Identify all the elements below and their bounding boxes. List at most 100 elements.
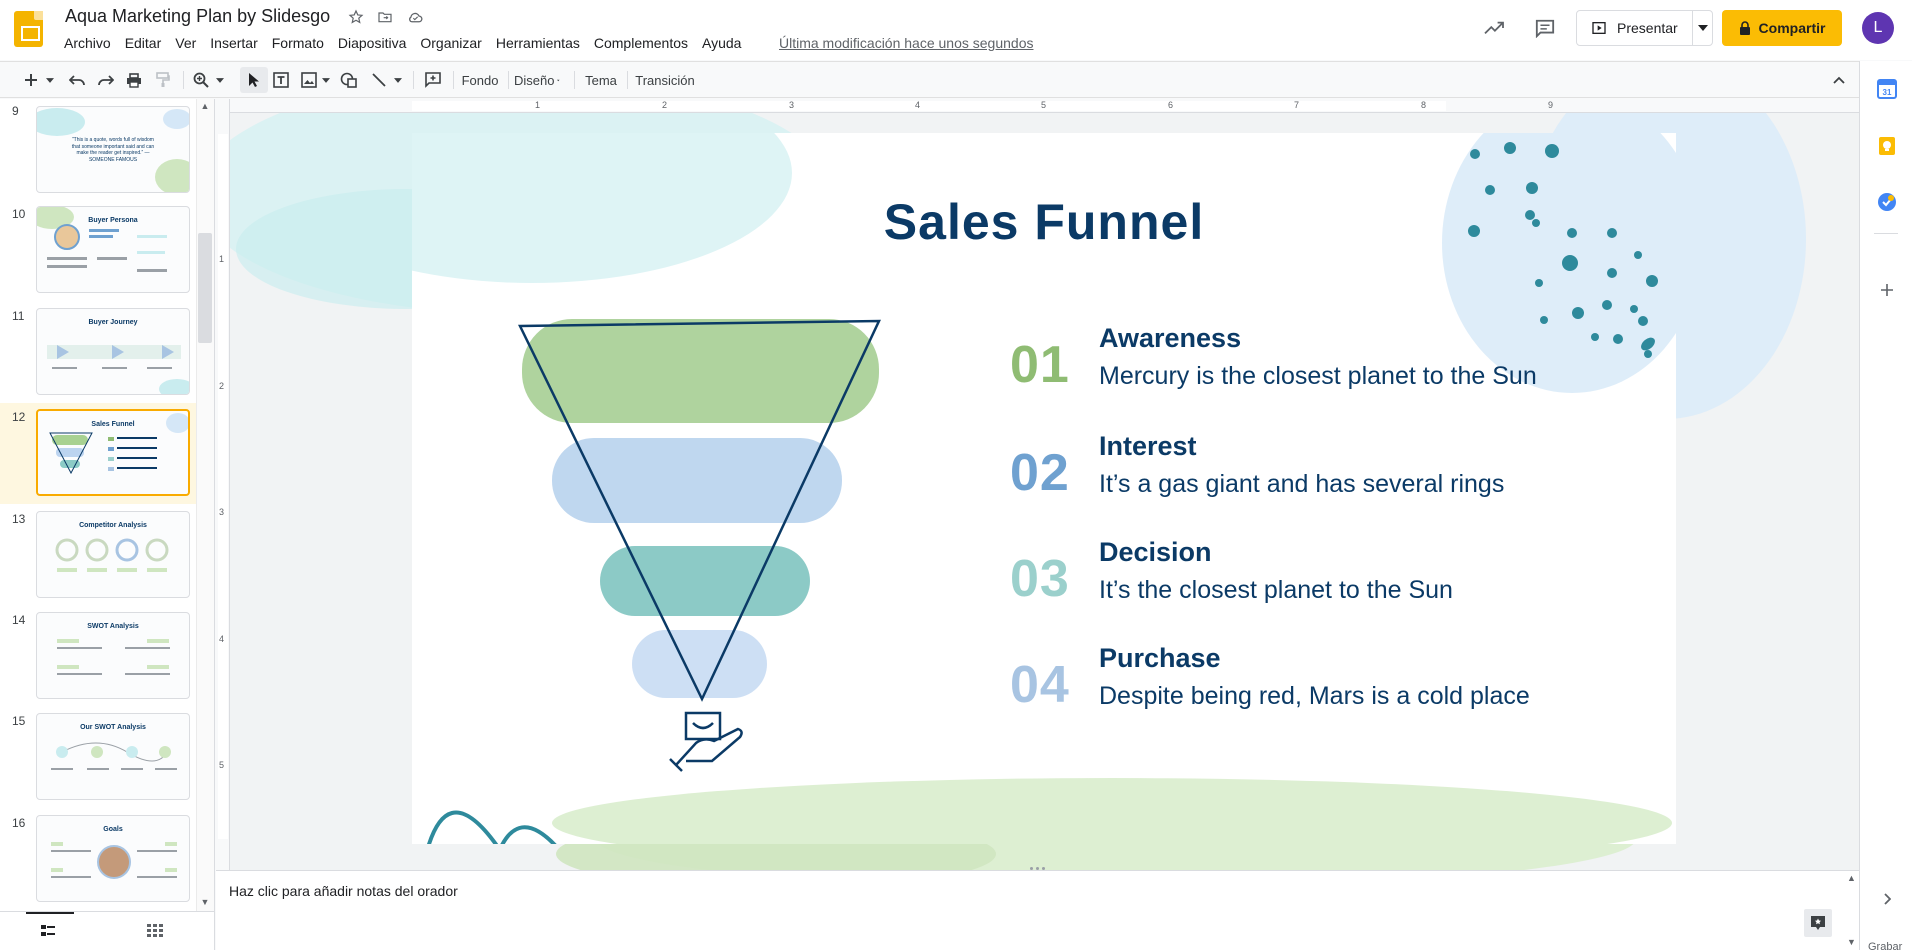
filmstrip-view-toggle xyxy=(0,911,215,950)
speaker-notes-panel[interactable]: Haz clic para añadir notas del orador ▲ … xyxy=(216,867,1859,950)
step-description: Despite being red, Mars is a cold place xyxy=(1099,682,1530,710)
keep-icon[interactable] xyxy=(1875,134,1899,158)
new-slide-icon[interactable] xyxy=(20,68,42,92)
explore-icon[interactable] xyxy=(1804,909,1832,937)
ruler-mark: 3 xyxy=(219,507,225,517)
slides-logo-icon[interactable] xyxy=(14,11,43,47)
add-comment-icon[interactable] xyxy=(421,68,445,92)
calendar-icon[interactable]: 31 xyxy=(1875,77,1899,101)
ruler-mark: 4 xyxy=(219,634,225,644)
cloud-saved-icon[interactable] xyxy=(405,7,425,27)
slide-canvas[interactable]: Sales Funnel 01 Awareness Mercury is the… xyxy=(412,133,1676,844)
ruler-mark: 1 xyxy=(219,254,225,264)
vertical-ruler[interactable] xyxy=(216,99,230,870)
present-button[interactable]: Presentar xyxy=(1577,11,1692,45)
menu-insertar[interactable]: Insertar xyxy=(203,34,264,52)
shape-icon[interactable] xyxy=(338,68,360,92)
grid-view-icon[interactable] xyxy=(145,922,165,940)
filmstrip-slide-13[interactable]: 13 Competitor Analysis xyxy=(0,505,196,606)
notes-scroll-down-icon[interactable]: ▼ xyxy=(1847,937,1856,947)
funnel-step-purchase[interactable]: 04 Purchase Despite being red, Mars is a… xyxy=(1010,643,1610,723)
ruler-mark: 4 xyxy=(915,100,921,110)
filmstrip-slide-12[interactable]: 12 Sales Funnel xyxy=(0,403,196,504)
move-to-folder-icon[interactable] xyxy=(375,7,395,27)
thumb-title: Goals xyxy=(103,826,123,833)
undo-icon[interactable] xyxy=(66,68,88,92)
zoom-icon[interactable] xyxy=(190,68,212,92)
funnel-step-awareness[interactable]: 01 Awareness Mercury is the closest plan… xyxy=(1010,323,1610,403)
layout-button[interactable]: Diseño xyxy=(514,68,560,92)
line-caret-icon[interactable] xyxy=(392,68,404,92)
filmstrip-scroll-thumb[interactable] xyxy=(198,233,212,343)
notes-scroll-up-icon[interactable]: ▲ xyxy=(1847,873,1856,883)
transition-button[interactable]: Transición xyxy=(633,68,697,92)
menu-formato[interactable]: Formato xyxy=(265,34,331,52)
text-box-icon[interactable] xyxy=(270,68,292,92)
theme-button[interactable]: Tema xyxy=(581,68,621,92)
comments-icon[interactable] xyxy=(1531,16,1559,40)
slide-thumbnail: Buyer Persona xyxy=(36,206,190,293)
menu-bar: Archivo Editar Ver Insertar Formato Diap… xyxy=(57,34,748,52)
notes-resize-handle[interactable] xyxy=(1026,867,1048,871)
expand-side-panel-icon[interactable] xyxy=(1875,887,1899,911)
last-edit-link[interactable]: Última modificación hace unos segundos xyxy=(779,34,1033,52)
ruler-mark: 8 xyxy=(1421,100,1427,110)
print-icon[interactable] xyxy=(122,68,146,92)
speaker-notes-placeholder[interactable]: Haz clic para añadir notas del orador xyxy=(229,883,458,899)
filmstrip-slide-9[interactable]: 9 “This is a quote, words full of wisdom… xyxy=(0,99,196,200)
filmstrip-slide-10[interactable]: 10 Buyer Persona xyxy=(0,200,196,301)
zoom-caret-icon[interactable] xyxy=(214,68,226,92)
menu-editar[interactable]: Editar xyxy=(118,34,169,52)
header: Aqua Marketing Plan by Slidesgo Archivo … xyxy=(0,0,1912,60)
present-icon xyxy=(1592,22,1606,34)
share-button[interactable]: Compartir xyxy=(1722,10,1842,46)
funnel-step-decision[interactable]: 03 Decision It’s the closest planet to t… xyxy=(1010,537,1610,617)
filmstrip-slide-11[interactable]: 11 Buyer Journey xyxy=(0,302,196,403)
background-button[interactable]: Fondo xyxy=(458,68,502,92)
side-panel: 31 Grabar xyxy=(1859,61,1912,950)
menu-ver[interactable]: Ver xyxy=(168,34,203,52)
insert-image-icon[interactable] xyxy=(298,68,320,92)
menu-organizar[interactable]: Organizar xyxy=(413,34,488,52)
document-title[interactable]: Aqua Marketing Plan by Slidesgo xyxy=(65,6,330,27)
line-icon[interactable] xyxy=(368,68,390,92)
slide-thumbnail: Our SWOT Analysis xyxy=(36,713,190,800)
filmstrip-slide-14[interactable]: 14 SWOT Analysis xyxy=(0,606,196,707)
slide-title[interactable]: Sales Funnel xyxy=(412,193,1676,251)
horizontal-ruler[interactable] xyxy=(216,99,1859,113)
funnel-step-interest[interactable]: 02 Interest It’s a gas giant and has sev… xyxy=(1010,431,1610,511)
step-number: 01 xyxy=(1010,336,1070,394)
tasks-icon[interactable] xyxy=(1875,190,1899,214)
scroll-up-icon[interactable]: ▲ xyxy=(200,101,210,111)
ruler-mark: 2 xyxy=(219,381,225,391)
account-avatar[interactable]: L xyxy=(1862,12,1894,44)
present-options-dropdown[interactable] xyxy=(1692,11,1712,45)
thumb-title: Our SWOT Analysis xyxy=(80,724,146,731)
collapse-menus-icon[interactable] xyxy=(1828,68,1850,92)
slide-number: 10 xyxy=(12,207,26,221)
menu-diapositiva[interactable]: Diapositiva xyxy=(331,34,413,52)
filmstrip-scrollbar[interactable] xyxy=(196,99,214,911)
filmstrip-slide-15[interactable]: 15 Our SWOT Analysis xyxy=(0,707,196,808)
paint-format-icon[interactable] xyxy=(151,68,175,92)
menu-ayuda[interactable]: Ayuda xyxy=(695,34,748,52)
menu-complementos[interactable]: Complementos xyxy=(587,34,695,52)
image-caret-icon[interactable] xyxy=(320,68,332,92)
ruler-mark: 3 xyxy=(789,100,795,110)
filmstrip-view-icon[interactable] xyxy=(38,922,58,940)
record-label[interactable]: Grabar xyxy=(1868,941,1902,950)
scroll-down-icon[interactable]: ▼ xyxy=(200,897,210,907)
menu-herramientas[interactable]: Herramientas xyxy=(489,34,587,52)
redo-icon[interactable] xyxy=(95,68,117,92)
slide-number: 12 xyxy=(12,410,26,424)
new-slide-layout-caret-icon[interactable] xyxy=(44,68,56,92)
step-number: 04 xyxy=(1010,656,1070,714)
star-icon[interactable] xyxy=(346,7,366,27)
menu-archivo[interactable]: Archivo xyxy=(57,34,118,52)
select-cursor-icon[interactable] xyxy=(243,68,265,92)
filmstrip-panel: 9 “This is a quote, words full of wisdom… xyxy=(0,99,215,911)
add-addon-icon[interactable] xyxy=(1875,278,1899,302)
activity-trend-icon[interactable] xyxy=(1480,16,1508,40)
step-heading: Purchase xyxy=(1099,643,1221,673)
filmstrip-slide-16[interactable]: 16 Goals xyxy=(0,809,196,910)
